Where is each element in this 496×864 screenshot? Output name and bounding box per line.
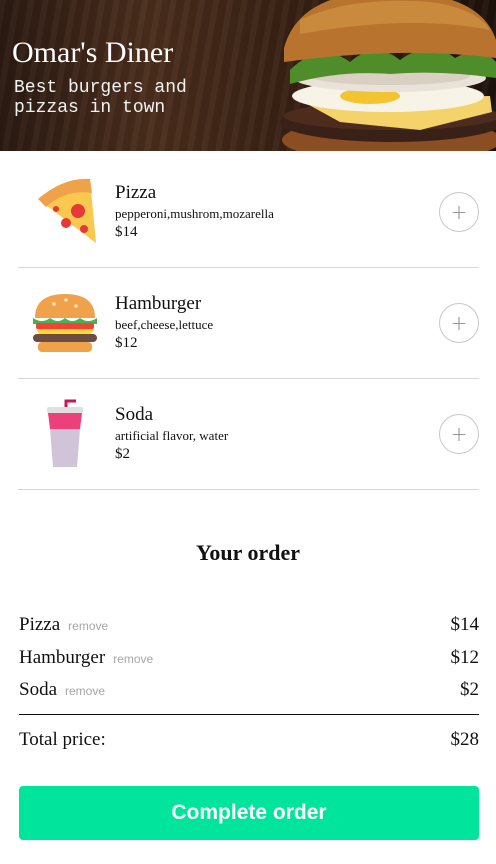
remove-hamburger-link[interactable]: remove [113,652,153,666]
order-total: Total price: $28 [19,729,479,753]
add-pizza-button[interactable]: + [439,192,479,232]
order-title: Your order [195,540,301,565]
item-price: $14 [115,224,138,240]
restaurant-name: Omar's Diner [12,36,174,69]
item-description: beef,cheese,lettuce [115,317,214,332]
item-name: Pizza [115,182,157,203]
hamburger-icon [33,294,97,352]
pizza-slice-icon [38,178,96,243]
order-line-pizza: Pizza remove $14 [19,614,479,636]
total-value: $28 [450,729,480,750]
order-line-hamburger: Hamburger remove $12 [19,647,479,669]
item-description: pepperoni,mushrom,mozarella [115,206,274,221]
restaurant-tagline: Best burgers and pizzas in town [14,78,187,118]
header-banner: Omar's Diner Best burgers and pizzas in … [0,0,496,151]
item-name: Hamburger [115,293,202,314]
menu-list: Pizza pepperoni,mushrom,mozarella $14 + … [18,157,479,490]
add-hamburger-button[interactable]: + [439,303,479,343]
add-soda-button[interactable]: + [439,414,479,454]
item-price: $2 [115,446,130,462]
order-item-price: $12 [450,647,480,668]
burger-photo [280,0,496,151]
total-label: Total price: [19,729,106,750]
menu-item-pizza: Pizza pepperoni,mushrom,mozarella $14 + [18,157,479,268]
soda-cup-icon [47,399,83,467]
item-price: $12 [115,335,138,351]
order-item-price: $2 [460,679,479,700]
item-description: artificial flavor, water [115,428,229,443]
remove-pizza-link[interactable]: remove [68,619,108,633]
order-item-name: Hamburger [19,647,106,668]
item-name: Soda [115,404,153,425]
menu-item-soda: Soda artificial flavor, water $2 + [18,379,479,490]
order-item-name: Soda [19,679,57,700]
complete-order-button[interactable]: Complete order [19,786,479,840]
order-divider [19,714,479,715]
menu-item-hamburger: Hamburger beef,cheese,lettuce $12 + [18,268,479,379]
order-line-soda: Soda remove $2 [19,679,479,701]
order-item-name: Pizza [19,614,61,635]
order-item-price: $14 [450,614,480,635]
remove-soda-link[interactable]: remove [65,684,105,698]
